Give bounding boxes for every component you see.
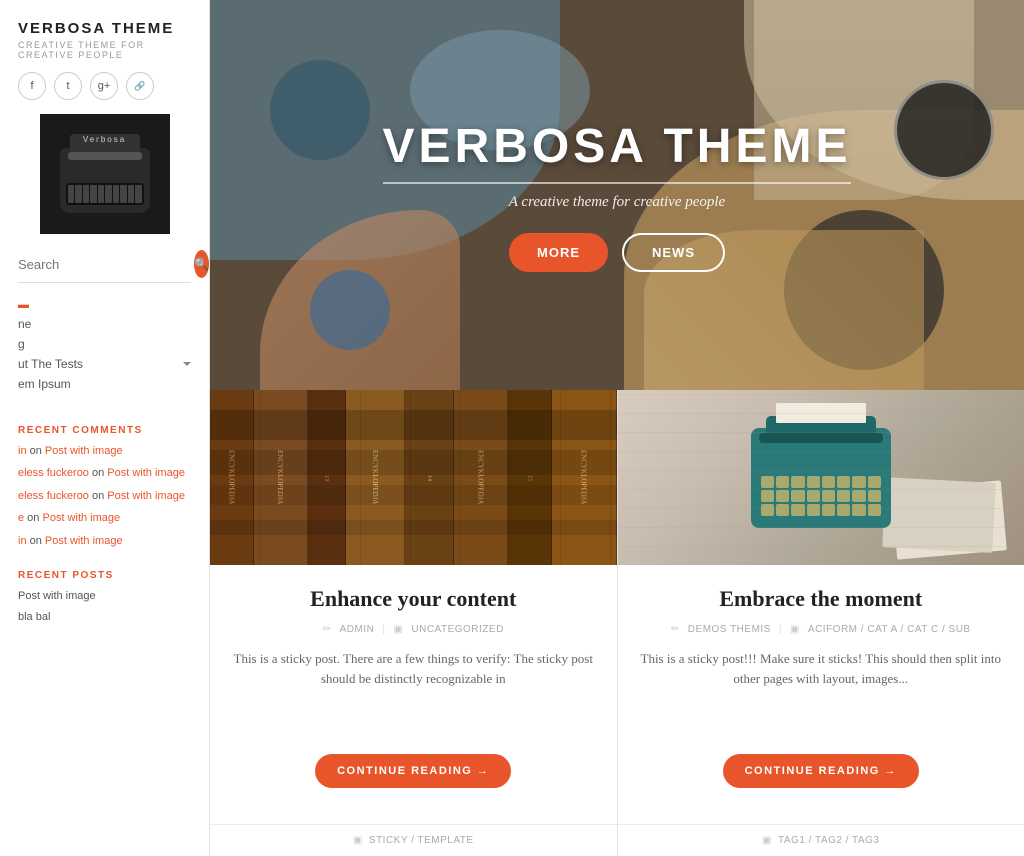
post-title-2: Embrace the moment (640, 585, 1003, 614)
comment-item: e on Post with image (18, 511, 191, 526)
hero-section: VERBOSA THEME A creative theme for creat… (210, 0, 1024, 390)
comment-user[interactable]: eless fuckeroo (18, 490, 89, 502)
hero-content: VERBOSA THEME A creative theme for creat… (383, 119, 852, 272)
sidebar-item-lorem[interactable]: em Ipsum (18, 377, 191, 391)
comment-post-link[interactable]: Post with image (45, 535, 123, 547)
comment-post-link[interactable]: Post with image (45, 445, 123, 457)
hero-buttons: MORE NEWS (383, 233, 852, 272)
post-card-1: ENCYKLOPEDJA ENCYKLOPEDJA 13 ENCYKLOPEDJ… (210, 390, 618, 856)
hero-news-button[interactable]: NEWS (622, 233, 725, 272)
hero-title: VERBOSA THEME (383, 119, 852, 184)
post-body-1: Enhance your content ✏ ADMIN | ▣ UNCATEG… (210, 565, 617, 824)
sidebar-item-about[interactable]: ut The Tests (18, 357, 191, 371)
recent-posts-list: Post with image bla bal (18, 589, 191, 632)
post-tags-2: TAG1 / TAG2 / TAG3 (778, 835, 879, 846)
sidebar-logo: Verbosa (40, 114, 170, 234)
post-meta-1: ✏ ADMIN | ▣ UNCATEGORIZED (232, 624, 595, 635)
separator-2: | (779, 624, 782, 635)
comment-item: in on Post with image (18, 534, 191, 549)
sidebar-nav: ▬ ne g ut The Tests em Ipsum (18, 299, 191, 391)
typewriter-illustration (60, 148, 150, 213)
comment-user[interactable]: eless fuckeroo (18, 467, 89, 479)
search-row: 🔍 (18, 250, 191, 283)
comment-user[interactable]: e (18, 512, 24, 524)
main-content: VERBOSA THEME A creative theme for creat… (210, 0, 1024, 856)
facebook-icon[interactable]: f (18, 72, 46, 100)
post-meta-2: ✏ DEMOS THEMIS | ▣ ACIFORM / CAT A / CAT… (640, 624, 1003, 635)
twitter-icon[interactable]: t (54, 72, 82, 100)
sidebar-item-blog[interactable]: ne (18, 317, 191, 331)
recent-posts-title: RECENT POSTS (18, 570, 191, 581)
comment-post-link[interactable]: Post with image (42, 512, 120, 524)
recent-post-item[interactable]: bla bal (18, 610, 191, 625)
recent-comments-title: RECENT COMMENTS (18, 425, 191, 436)
pen-icon: ✏ (323, 624, 332, 635)
posts-grid: ENCYKLOPEDJA ENCYKLOPEDJA 13 ENCYKLOPEDJ… (210, 390, 1024, 856)
continue-reading-button-1[interactable]: CONTINUE READING → (315, 754, 511, 788)
post-author-2: DEMOS THEMIS (688, 624, 771, 635)
continue-reading-button-2[interactable]: CONTINUE READING → (723, 754, 919, 788)
post-tags-1: STICKY / TEMPLATE (369, 835, 474, 846)
brand-subtitle: CREATIVE THEME FOR CREATIVE PEOPLE (18, 40, 191, 60)
googleplus-icon[interactable]: g+ (90, 72, 118, 100)
sidebar-item-home[interactable]: ▬ (18, 299, 191, 311)
comment-user[interactable]: in (18, 445, 27, 457)
post-excerpt-1: This is a sticky post. There are a few t… (232, 649, 595, 734)
post-title-1: Enhance your content (232, 585, 595, 614)
post-footer-2: ▣ TAG1 / TAG2 / TAG3 (618, 824, 1024, 856)
sidebar-item-portfolio[interactable]: g (18, 337, 191, 351)
comment-post-link[interactable]: Post with image (107, 490, 185, 502)
social-icons-row: f t g+ 🔗 (18, 72, 191, 100)
post-footer-1: ▣ STICKY / TEMPLATE (210, 824, 617, 856)
post-excerpt-2: This is a sticky post!!! Make sure it st… (640, 649, 1003, 734)
category-icon-1: ▣ (393, 624, 403, 635)
hero-subtitle: A creative theme for creative people (383, 194, 852, 211)
comment-post-link[interactable]: Post with image (107, 467, 185, 479)
hero-more-button[interactable]: MORE (509, 233, 608, 272)
comment-item: eless fuckeroo on Post with image (18, 489, 191, 504)
post-body-2: Embrace the moment ✏ DEMOS THEMIS | ▣ AC… (618, 565, 1024, 824)
link-icon[interactable]: 🔗 (126, 72, 154, 100)
post-author-1: ADMIN (340, 624, 375, 635)
comment-user[interactable]: in (18, 535, 27, 547)
recent-comments-list: in on Post with image eless fuckeroo on … (18, 444, 191, 556)
tag-icon-2: ▣ (762, 835, 772, 846)
search-button[interactable]: 🔍 (194, 250, 209, 278)
post-image-typewriter (618, 390, 1024, 565)
search-icon: 🔍 (194, 257, 209, 271)
comment-item: eless fuckeroo on Post with image (18, 466, 191, 481)
brand-title: VERBOSA THEME (18, 20, 191, 38)
tag-icon-1: ▣ (353, 835, 363, 846)
post-image-books: ENCYKLOPEDJA ENCYKLOPEDJA 13 ENCYKLOPEDJ… (210, 390, 617, 565)
post-category-1: UNCATEGORIZED (411, 624, 503, 635)
pen-icon-2: ✏ (671, 624, 680, 635)
category-icon-2: ▣ (790, 624, 800, 635)
recent-post-item[interactable]: Post with image (18, 589, 191, 604)
post-typewriter-image (751, 428, 891, 528)
post-category-2: ACIFORM / CAT A / CAT C / SUB (808, 624, 971, 635)
search-input[interactable] (18, 253, 194, 276)
chevron-down-icon (183, 362, 191, 366)
separator-1: | (382, 624, 385, 635)
comment-item: in on Post with image (18, 444, 191, 459)
sidebar: VERBOSA THEME CREATIVE THEME FOR CREATIV… (0, 0, 210, 856)
post-card-2: Embrace the moment ✏ DEMOS THEMIS | ▣ AC… (618, 390, 1024, 856)
